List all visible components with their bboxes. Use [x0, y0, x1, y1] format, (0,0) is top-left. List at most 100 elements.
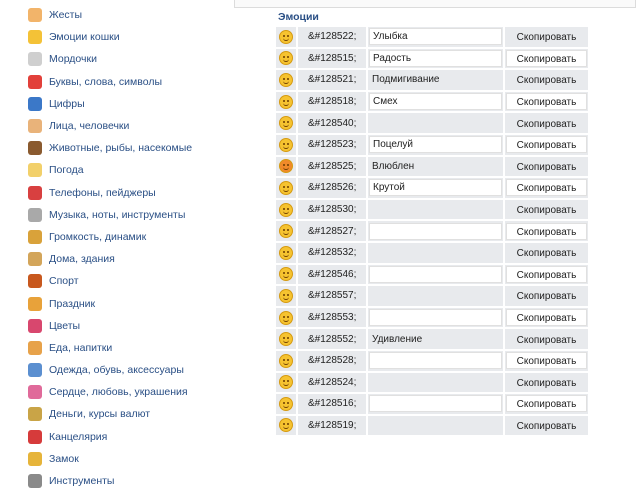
emoji-table: &#128522; Улыбка Скопировать &#128515; Радос… — [274, 25, 590, 437]
emoji-name-field[interactable] — [369, 309, 502, 327]
sidebar-item[interactable]: Мордочки — [28, 48, 192, 70]
copy-button[interactable]: Скопировать — [506, 352, 587, 370]
sidebar-item-label: Музыка, ноты, инструменты — [49, 208, 186, 221]
copy-button[interactable]: Скопировать — [506, 309, 587, 327]
emoji-name-cell: Поцелуй — [368, 134, 503, 155]
emoji-name-field[interactable] — [369, 265, 502, 283]
sidebar-item-label: Телефоны, пейджеры — [49, 186, 156, 199]
copy-cell: Скопировать — [505, 372, 588, 393]
emoji-cell — [276, 242, 296, 263]
table-row: &#128553; Скопировать — [276, 307, 588, 328]
table-row: &#128532; Скопировать — [276, 242, 588, 263]
emoji-cell — [276, 27, 296, 47]
copy-button[interactable]: Скопировать — [506, 71, 587, 89]
emoji-name-field[interactable] — [369, 222, 502, 240]
copy-button[interactable]: Скопировать — [506, 244, 587, 262]
sidebar-item[interactable]: Цифры — [28, 93, 192, 115]
sidebar-item[interactable]: Цветы — [28, 315, 192, 337]
copy-button[interactable]: Скопировать — [506, 157, 587, 175]
copy-button[interactable]: Скопировать — [506, 222, 587, 240]
table-row: &#128518; Смех Скопировать — [276, 91, 588, 112]
copy-cell: Скопировать — [505, 27, 588, 47]
sidebar-item[interactable]: Деньги, курсы валют — [28, 403, 192, 425]
emoji-face-icon — [279, 202, 293, 217]
sidebar-item-label: Мордочки — [49, 53, 97, 66]
emoji-face-icon — [279, 94, 293, 109]
sidebar-item[interactable]: Замок — [28, 448, 192, 470]
copy-button[interactable]: Скопировать — [506, 136, 587, 154]
emoji-cell — [276, 134, 296, 155]
money-bag-icon — [28, 407, 42, 422]
copy-button[interactable]: Скопировать — [506, 265, 587, 283]
emoji-face-icon — [279, 159, 293, 174]
copy-button[interactable]: Скопировать — [506, 330, 587, 348]
copy-cell: Скопировать — [505, 242, 588, 263]
sidebar-item[interactable]: Телефоны, пейджеры — [28, 182, 192, 204]
emoji-face-icon — [279, 375, 293, 390]
emoji-cell — [276, 329, 296, 349]
sidebar-item[interactable]: Жесты — [28, 4, 192, 26]
emoji-face-icon — [279, 224, 293, 239]
copy-button[interactable]: Скопировать — [506, 179, 587, 197]
letter-a-icon — [28, 74, 42, 89]
sidebar-item[interactable]: Сердце, любовь, украшения — [28, 381, 192, 403]
emoji-name-field[interactable]: Улыбка — [369, 28, 502, 46]
sidebar-item-label: Погода — [49, 164, 84, 177]
copy-button[interactable]: Скопировать — [506, 93, 587, 111]
emoji-name-cell: Смех — [368, 91, 503, 112]
copy-button[interactable]: Скопировать — [506, 114, 587, 132]
emoji-cell — [276, 48, 296, 69]
copy-button[interactable]: Скопировать — [506, 49, 587, 67]
copy-button[interactable]: Скопировать — [506, 416, 587, 434]
emoji-face-icon — [279, 396, 293, 411]
copy-cell: Скопировать — [505, 221, 588, 241]
emoji-cell — [276, 113, 296, 133]
sidebar-item[interactable]: Канцелярия — [28, 426, 192, 448]
sidebar-item[interactable]: Буквы, слова, символы — [28, 71, 192, 93]
emoji-name-field[interactable]: Радость — [369, 49, 502, 67]
sidebar-item[interactable]: Лица, человечки — [28, 115, 192, 137]
emoji-name-field[interactable]: Смех — [369, 93, 502, 111]
emoji-cell — [276, 156, 296, 177]
sidebar-item[interactable]: Инструменты — [28, 470, 192, 492]
sidebar-item[interactable]: Эмоции кошки — [28, 26, 192, 48]
emoji-face-icon — [279, 267, 293, 282]
emoji-name-cell — [368, 307, 503, 328]
emoji-name-field[interactable]: Крутой — [369, 179, 502, 197]
copy-button[interactable]: Скопировать — [506, 28, 587, 46]
sidebar-item[interactable]: Погода — [28, 159, 192, 181]
emoji-code: &#128557; — [298, 286, 366, 306]
emoji-name-field[interactable] — [369, 352, 502, 370]
sidebar-item[interactable]: Животные, рыбы, насекомые — [28, 137, 192, 159]
emoji-name-field[interactable] — [369, 395, 502, 413]
copy-cell: Скопировать — [505, 156, 588, 177]
sidebar-item[interactable]: Еда, напитки — [28, 337, 192, 359]
copy-button[interactable]: Скопировать — [506, 395, 587, 413]
copy-button[interactable]: Скопировать — [506, 373, 587, 391]
copy-button[interactable]: Скопировать — [506, 201, 587, 219]
monkey-icon — [28, 141, 42, 156]
emoji-code: &#128553; — [298, 307, 366, 328]
sidebar-item[interactable]: Громкость, динамик — [28, 226, 192, 248]
sidebar-item[interactable]: Музыка, ноты, инструменты — [28, 204, 192, 226]
emoji-cell — [276, 221, 296, 241]
emoji-name-cell — [368, 350, 503, 371]
sidebar-item[interactable]: Дома, здания — [28, 248, 192, 270]
sidebar-item-label: Праздник — [49, 297, 96, 310]
sidebar-item[interactable]: Спорт — [28, 270, 192, 292]
emoji-name-cell — [368, 242, 503, 263]
emoji-code: &#128525; — [298, 156, 366, 177]
emoji-name-field[interactable]: Поцелуй — [369, 136, 502, 154]
emoji-name-cell — [368, 221, 503, 241]
emoji-code: &#128518; — [298, 91, 366, 112]
sidebar-item[interactable]: Одежда, обувь, аксессуары — [28, 359, 192, 381]
copy-button[interactable]: Скопировать — [506, 287, 587, 305]
emoji-code: &#128516; — [298, 394, 366, 414]
category-sidebar: Жесты Эмоции кошки Мордочки Буквы, слова, с… — [0, 0, 229, 489]
emoji-code: &#128524; — [298, 372, 366, 393]
sidebar-item[interactable]: Праздник — [28, 292, 192, 314]
copy-cell: Скопировать — [505, 307, 588, 328]
sidebar-item-label: Лица, человечки — [49, 120, 130, 133]
table-row: &#128527; Скопировать — [276, 221, 588, 241]
copy-cell: Скопировать — [505, 264, 588, 285]
